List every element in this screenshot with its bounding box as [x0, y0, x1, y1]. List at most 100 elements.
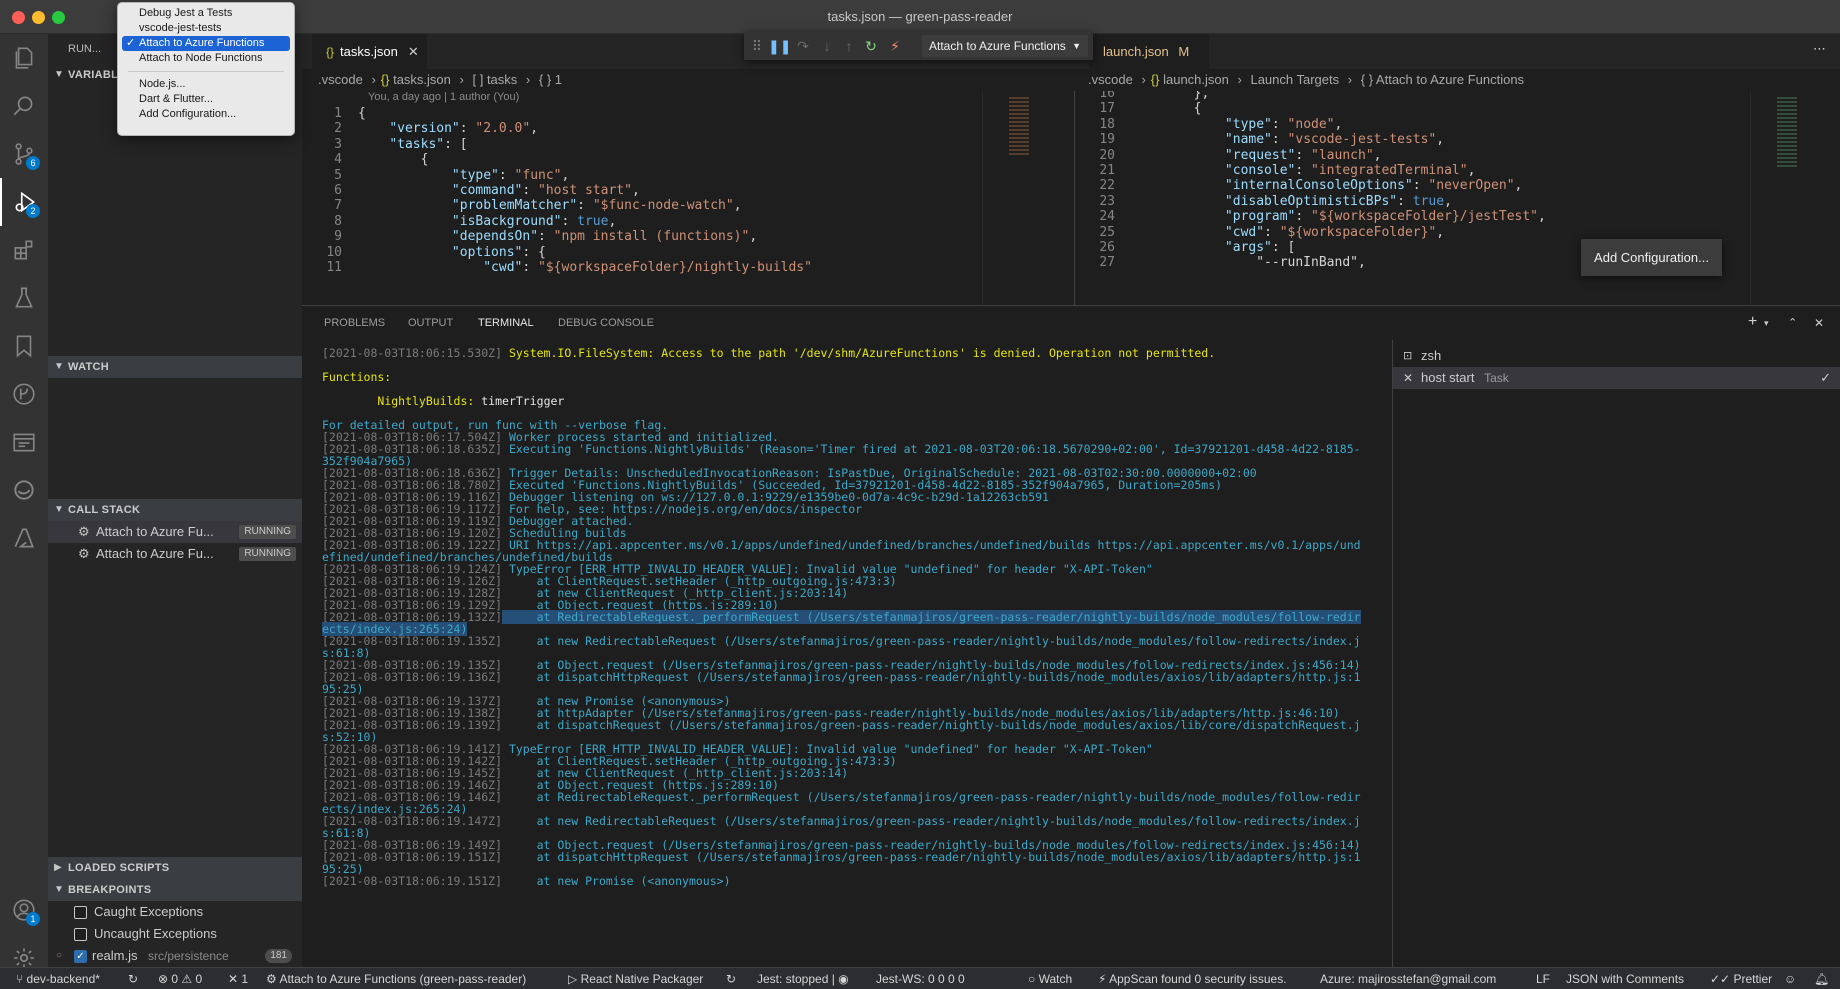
drag-handle-icon[interactable]: ⠿ [748, 37, 766, 55]
jest-status[interactable]: Jest: stopped | ◉ [757, 968, 849, 989]
appscan-status[interactable]: ⚡ AppScan found 0 security issues. [1098, 968, 1287, 989]
terminal-item-host-start[interactable]: ✕ host start Task ✓ [1393, 367, 1840, 389]
maximize-panel-icon[interactable]: ⌃ [1788, 306, 1797, 340]
terminal-line: [2021-08-03T18:06:19.135Z] at new Redire… [322, 634, 1361, 648]
prettier-status[interactable]: ✓✓ Prettier [1710, 968, 1772, 989]
explorer-icon[interactable] [0, 34, 48, 82]
terminal-item-zsh[interactable]: ⊡ zsh [1393, 345, 1840, 367]
terminal-message: Executing 'Functions.NightlyBuilds' (Rea… [502, 442, 1361, 456]
close-icon[interactable]: ✕ [408, 44, 419, 59]
accounts-icon[interactable]: 1 [0, 886, 48, 934]
search-icon[interactable] [0, 82, 48, 130]
sync-icon[interactable]: ↻ [128, 968, 138, 989]
breakpoint-uncaught-exceptions[interactable]: Uncaught Exceptions [48, 923, 302, 945]
minimap[interactable] [1750, 91, 1840, 305]
step-out-icon[interactable]: ↑ [840, 37, 858, 55]
watch-status[interactable]: ○ Watch [1028, 968, 1072, 989]
menu-item-vscode-jest-tests[interactable]: vscode-jest-tests [122, 21, 290, 36]
terminal-output[interactable]: [2021-08-03T18:06:15.530Z] System.IO.Fil… [302, 340, 1392, 967]
feedback-icon[interactable]: ☺ [1784, 968, 1796, 989]
tools-status[interactable]: ✕ 1 [228, 968, 248, 989]
menu-item-attach-azure[interactable]: ✓ Attach to Azure Functions [122, 36, 290, 51]
tab-output[interactable]: OUTPUT [408, 306, 453, 341]
add-configuration-button[interactable]: Add Configuration... [1581, 239, 1722, 276]
call-stack-section-header[interactable]: ▼ CALL STACK [48, 499, 302, 521]
debug-session-status[interactable]: ⚙ Attach to Azure Functions (green-pass-… [266, 968, 526, 989]
run-view-title: RUN... [68, 43, 101, 55]
breadcrumb-item[interactable]: .vscode [318, 72, 363, 87]
language-status[interactable]: JSON with Comments [1566, 968, 1684, 989]
debug-configuration-select[interactable]: Attach to Azure Functions ▼ [922, 35, 1088, 57]
breadcrumb-item[interactable]: tasks.json [393, 72, 451, 87]
uncaught-exceptions-checkbox[interactable] [74, 928, 87, 941]
tab-launch-json[interactable]: launch.json M ✕ [1089, 34, 1209, 94]
refresh-icon[interactable]: ↻ [726, 968, 736, 989]
menu-item-nodejs[interactable]: Node.js... [122, 77, 290, 92]
realm-breakpoint-checkbox[interactable]: ✓ [74, 950, 87, 963]
breakpoint-realm[interactable]: ○ ✓ realm.js src/persistence 181 [48, 945, 302, 967]
disconnect-icon[interactable]: ⚡ [886, 37, 904, 55]
breadcrumb-item[interactable]: { } 1 [539, 72, 562, 87]
run-debug-sidebar: RUN... ▼ VARIABL ▼ WATCH ▼ CALL STACK ⚙ … [48, 34, 302, 967]
extensions-icon[interactable] [0, 226, 48, 274]
json-file-icon: {} [326, 45, 335, 59]
call-stack-item[interactable]: ⚙ Attach to Azure Fu... RUNNING [48, 521, 302, 543]
editor-tasks-json[interactable]: You, a day ago | 1 author (You) 1{2 "ver… [302, 91, 1072, 305]
more-actions-icon[interactable]: ⋯ [1813, 34, 1826, 64]
azure-icon[interactable] [0, 514, 48, 562]
source-control-icon[interactable]: 6 [0, 130, 48, 178]
menu-item-debug-jest[interactable]: Debug Jest a Tests [122, 6, 290, 21]
breadcrumb-item[interactable]: Launch Targets [1250, 72, 1339, 87]
tab-debug-console[interactable]: DEBUG CONSOLE [558, 306, 654, 341]
minimap[interactable] [982, 91, 1072, 305]
caught-exceptions-checkbox[interactable] [74, 906, 87, 919]
eol-status[interactable]: LF [1536, 968, 1550, 989]
bookmark-icon[interactable] [0, 322, 48, 370]
terminal-message: at RedirectableRequest._performRequest (… [502, 610, 1361, 624]
editor-launch-json[interactable]: 16 }, 17 {18 "type": "node", 19 "name": "v… [1074, 91, 1840, 305]
chevron-down-icon: ▼ [54, 361, 65, 372]
watch-section-header[interactable]: ▼ WATCH [48, 356, 302, 378]
problems-status[interactable]: ⊗ 0 ⚠ 0 [158, 968, 202, 989]
breadcrumb-item[interactable]: { } Attach to Azure Functions [1361, 72, 1524, 87]
edge-icon[interactable] [0, 466, 48, 514]
loaded-scripts-section-header[interactable]: ▶ LOADED SCRIPTS [48, 857, 302, 879]
git-graph-icon[interactable] [0, 370, 48, 418]
tab-problems[interactable]: PROBLEMS [324, 306, 385, 341]
menu-item-add-configuration[interactable]: Add Configuration... [122, 107, 290, 122]
close-panel-icon[interactable]: ✕ [1814, 306, 1824, 340]
tab-tasks-json[interactable]: {} tasks.json ✕ [312, 34, 427, 69]
step-into-icon[interactable]: ↓ [818, 37, 836, 55]
terminal-line: [2021-08-03T18:06:19.147Z] at new Redire… [322, 814, 1361, 828]
pause-icon[interactable]: ❚❚ [768, 37, 791, 55]
bell-icon[interactable]: 🔔︎ [1814, 968, 1829, 989]
breadcrumb-item[interactable]: launch.json [1163, 72, 1229, 87]
jest-ws-status[interactable]: Jest-WS: 0 0 0 0 [876, 968, 965, 989]
branch-status[interactable]: ⑂ dev-backend* [16, 968, 100, 989]
checkmark-icon: ✓ [1820, 370, 1831, 385]
breakpoint-caught-exceptions[interactable]: Caught Exceptions [48, 901, 302, 923]
code-line[interactable]: 11 "cwd": "${workspaceFolder}/nightly-bu… [302, 259, 982, 277]
breadcrumb-item[interactable]: .vscode [1088, 72, 1133, 87]
code-text: "--runInBand", [1131, 255, 1366, 271]
call-stack-item[interactable]: ⚙ Attach to Azure Fu... RUNNING [48, 543, 302, 565]
packager-status[interactable]: ▷ React Native Packager [568, 968, 703, 989]
restart-icon[interactable]: ↻ [862, 37, 880, 55]
browser-icon[interactable] [0, 418, 48, 466]
menu-item-attach-node[interactable]: Attach to Node Functions [122, 51, 290, 66]
tab-terminal[interactable]: TERMINAL [478, 306, 534, 341]
play-icon: ▷ [568, 972, 581, 986]
git-blame-lens[interactable]: You, a day ago | 1 author (You) [368, 91, 519, 103]
testing-icon[interactable] [0, 274, 48, 322]
breakpoints-section-header[interactable]: ▼ BREAKPOINTS [48, 879, 302, 901]
menu-item-dart-flutter[interactable]: Dart & Flutter... [122, 92, 290, 107]
azure-account-status[interactable]: Azure: majirosstefan@gmail.com [1320, 968, 1496, 989]
chevron-down-icon[interactable]: ▾ [1764, 306, 1769, 340]
new-terminal-icon[interactable]: + [1748, 306, 1757, 338]
breadcrumb-item[interactable]: [ ] tasks [473, 72, 518, 87]
chevron-down-icon: ▼ [54, 69, 65, 80]
run-debug-icon[interactable]: 2 [0, 178, 48, 226]
terminal-line: Functions: [322, 370, 391, 384]
line-badge: 181 [265, 949, 292, 963]
step-over-icon[interactable]: ↷ [794, 37, 812, 55]
